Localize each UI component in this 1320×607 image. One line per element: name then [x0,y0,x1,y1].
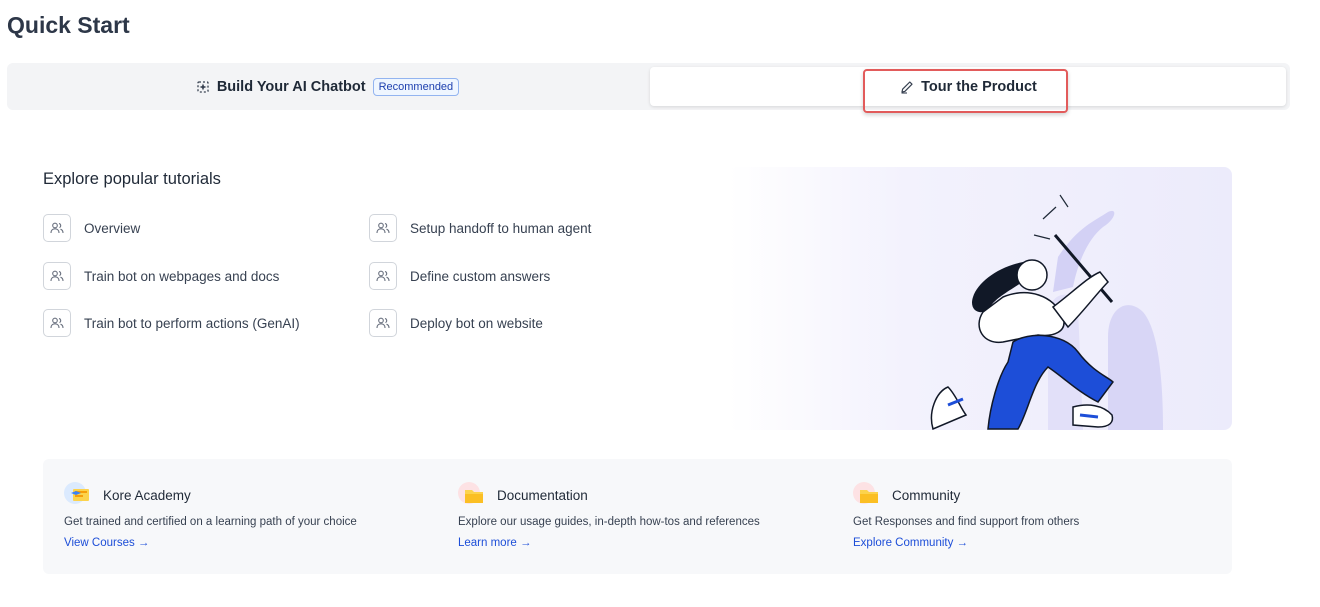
recommended-badge: Recommended [372,77,460,96]
view-courses-link[interactable]: View Courses → [64,537,149,549]
users-icon [369,309,397,337]
resource-description: Get trained and certified on a learning … [64,516,357,528]
resource-description: Get Responses and find support from othe… [853,516,1080,528]
tutorial-label: Deploy bot on website [410,315,543,331]
tutorial-link-deploy-website[interactable]: Deploy bot on website [369,309,543,337]
resource-title: Documentation [497,487,588,503]
page-title: Quick Start [7,12,130,38]
tab-tour-label: Tour the Product [921,78,1037,95]
resource-header: Documentation [457,481,588,509]
users-icon [43,309,71,337]
tutorial-link-train-actions[interactable]: Train bot to perform actions (GenAI) [43,309,300,337]
tutorials-section-title: Explore popular tutorials [43,170,221,188]
academy-icon [63,481,93,509]
tutorial-link-overview[interactable]: Overview [43,214,140,242]
resource-header: Kore Academy [63,481,191,509]
folder-icon [852,481,882,509]
tab-bar: Build Your AI Chatbot Recommended Tour t… [7,63,1290,113]
tour-illustration [728,167,1232,430]
resource-description: Explore our usage guides, in-depth how-t… [458,516,760,528]
tutorial-link-train-webpages[interactable]: Train bot on webpages and docs [43,262,279,290]
tutorial-label: Train bot to perform actions (GenAI) [84,315,300,331]
tutorial-label: Define custom answers [410,268,551,284]
users-icon [369,214,397,242]
resource-title: Kore Academy [103,487,191,503]
tab-build-your-ai-chatbot[interactable]: Build Your AI Chatbot Recommended [7,67,647,106]
tutorial-link-custom-answers[interactable]: Define custom answers [369,262,550,290]
users-icon [43,262,71,290]
resource-title: Community [892,487,961,503]
learn-more-link[interactable]: Learn more → [458,537,532,549]
resources-panel: Kore Academy Get trained and certified o… [43,459,1232,574]
folder-icon [457,481,487,509]
tab-build-label: Build Your AI Chatbot [216,78,366,95]
tutorial-label: Train bot on webpages and docs [84,268,280,284]
tutorial-label: Overview [84,220,141,236]
users-icon [43,214,71,242]
tutorial-link-setup-handoff[interactable]: Setup handoff to human agent [369,214,591,242]
explore-community-link[interactable]: Explore Community → [853,537,968,549]
tab-tour-the-product[interactable]: Tour the Product [650,67,1286,106]
pencil-icon [899,79,915,95]
users-icon [369,262,397,290]
tutorial-label: Setup handoff to human agent [410,220,592,236]
resource-header: Community [852,481,960,509]
sparkle-icon [195,79,211,95]
